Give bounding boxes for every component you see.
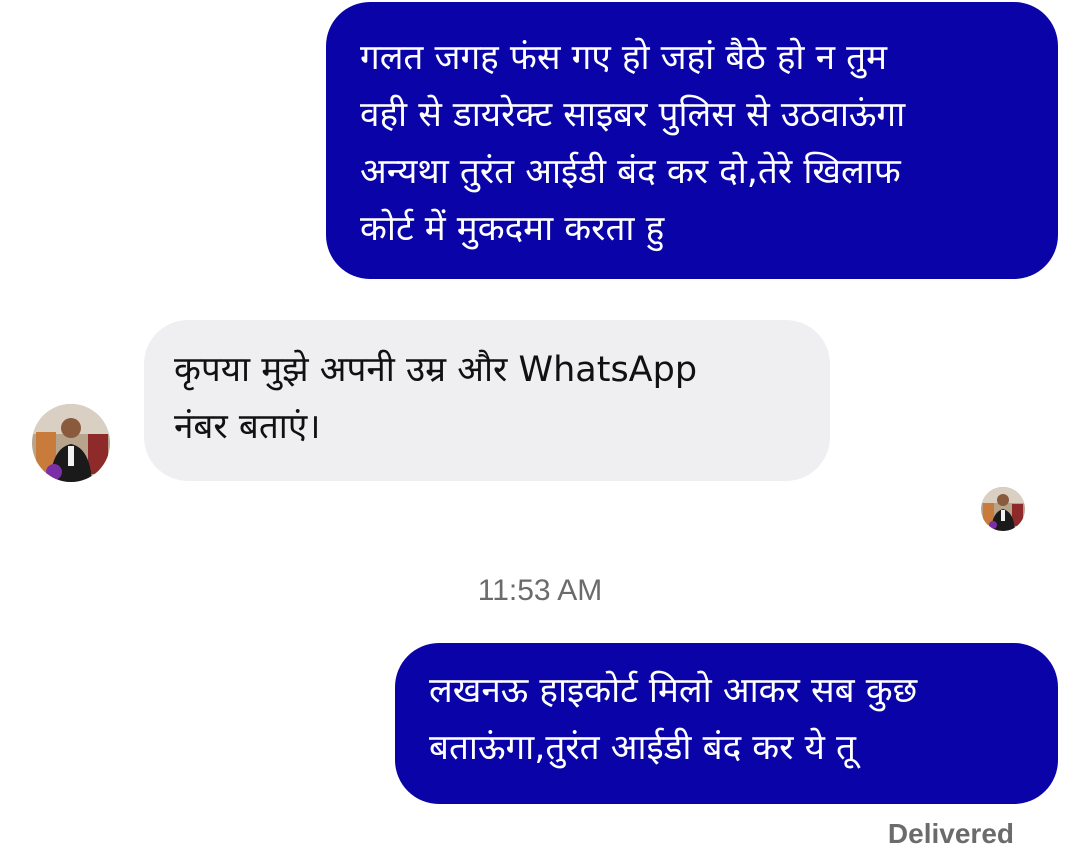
delivery-status: Delivered	[887, 818, 1014, 844]
message-timestamp: 11:53 AM	[477, 574, 603, 607]
seen-indicator-avatar	[981, 487, 1025, 531]
message-text: गलत जगह फंस गए हो जहां बैठे हो न तुम वही…	[360, 38, 906, 249]
chat-screen: गलत जगह फंस गए हो जहां बैठे हो न तुम वही…	[0, 0, 1080, 844]
outgoing-message-bubble[interactable]: गलत जगह फंस गए हो जहां बैठे हो न तुम वही…	[326, 2, 1058, 279]
profile-photo-small-icon	[981, 487, 1025, 531]
contact-avatar[interactable]	[32, 404, 110, 482]
outgoing-message-bubble[interactable]: लखनऊ हाइकोर्ट मिलो आकर सब कुछ बताऊंगा,तु…	[395, 643, 1058, 804]
incoming-message-bubble[interactable]: कृपया मुझे अपनी उम्र और WhatsApp नंबर बत…	[144, 320, 830, 481]
message-text: लखनऊ हाइकोर्ट मिलो आकर सब कुछ बताऊंगा,तु…	[429, 671, 918, 768]
message-text: कृपया मुझे अपनी उम्र और WhatsApp नंबर बत…	[174, 350, 698, 447]
profile-photo-icon	[32, 404, 110, 482]
